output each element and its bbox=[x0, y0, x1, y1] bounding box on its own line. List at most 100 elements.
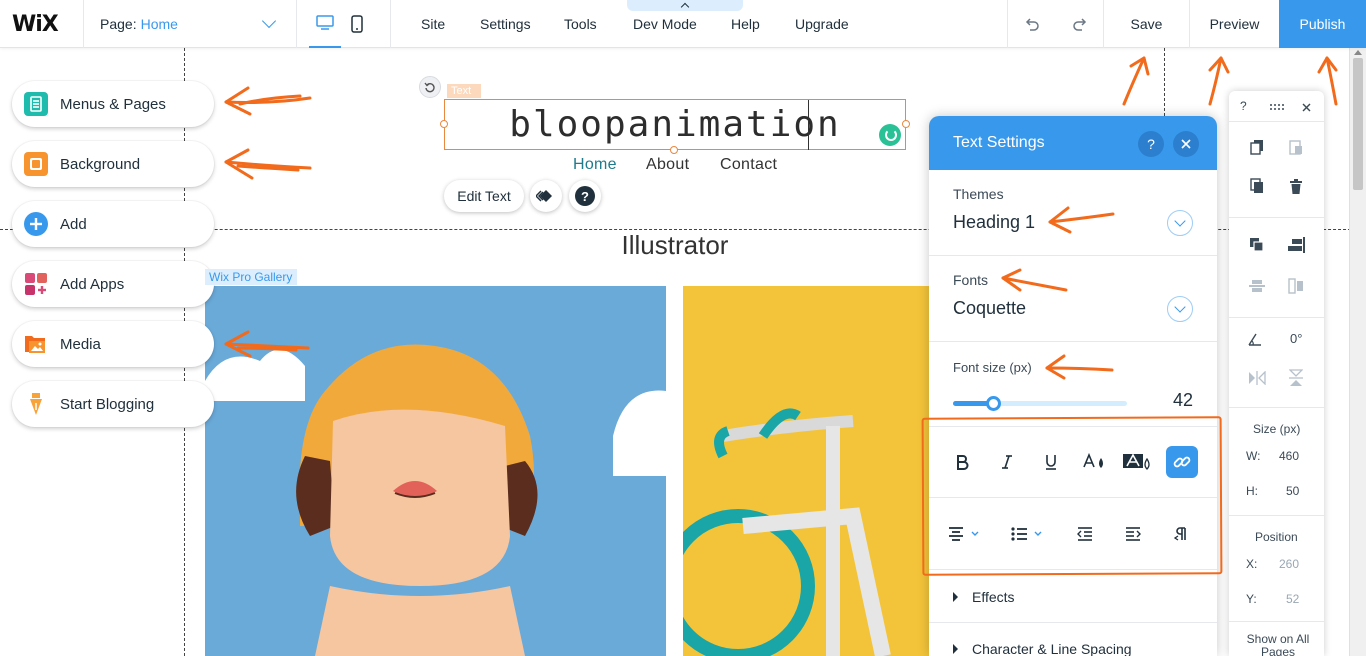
resize-handle-left[interactable] bbox=[440, 120, 448, 128]
media-button[interactable]: Media bbox=[12, 321, 214, 367]
selected-text-element[interactable]: bloopanimation bbox=[440, 99, 910, 154]
y-label: Y: bbox=[1246, 592, 1257, 606]
page-selector[interactable]: Page: Home bbox=[83, 0, 297, 48]
distribute-icon bbox=[1247, 276, 1267, 296]
spacing-section[interactable]: Character & Line Spacing bbox=[929, 622, 1217, 656]
toolbar-help-icon[interactable]: ? bbox=[1240, 99, 1247, 113]
size-label: Size (px) bbox=[1253, 422, 1301, 436]
background-button[interactable]: Background bbox=[12, 141, 214, 187]
font-size-label: Font size (px) bbox=[953, 360, 1032, 375]
mobile-icon bbox=[351, 15, 363, 33]
right-toolbar: ? 0° Size (px) W: 460 H: 50 Position X: … bbox=[1229, 91, 1324, 656]
menu-tools[interactable]: Tools bbox=[564, 16, 597, 32]
site-nav-about[interactable]: About bbox=[646, 156, 689, 174]
reset-rotation-button[interactable] bbox=[419, 76, 441, 98]
start-blogging-label: Start Blogging bbox=[60, 395, 155, 413]
close-icon[interactable] bbox=[1296, 97, 1316, 117]
duplicate-icon[interactable] bbox=[1247, 176, 1267, 196]
resize-handle-bottom[interactable] bbox=[670, 146, 678, 154]
media-label: Media bbox=[60, 335, 101, 353]
canvas-scrollbar[interactable] bbox=[1349, 48, 1366, 656]
themes-section[interactable]: Themes Heading 1 bbox=[929, 170, 1217, 256]
gallery-image-portrait[interactable] bbox=[205, 286, 666, 656]
menus-pages-label: Menus & Pages bbox=[60, 95, 166, 113]
background-icon bbox=[24, 152, 48, 176]
height-label: H: bbox=[1246, 484, 1258, 498]
effects-expander[interactable]: Effects bbox=[953, 589, 1015, 605]
copy-icon[interactable] bbox=[1247, 137, 1267, 157]
undo-icon bbox=[1025, 18, 1039, 31]
redo-button[interactable] bbox=[1068, 12, 1092, 36]
font-size-slider-knob[interactable] bbox=[986, 396, 1002, 411]
wix-logo[interactable]: WiX bbox=[12, 12, 59, 37]
desktop-view-button[interactable] bbox=[309, 0, 341, 48]
gallery-image-bicycle[interactable] bbox=[683, 286, 929, 656]
rotation-value[interactable]: 0° bbox=[1290, 331, 1302, 346]
font-size-value[interactable]: 42 bbox=[1173, 390, 1193, 411]
y-value[interactable]: 52 bbox=[1286, 592, 1299, 606]
effects-section[interactable]: Effects bbox=[929, 570, 1217, 622]
x-value[interactable]: 260 bbox=[1279, 557, 1299, 571]
delete-icon[interactable] bbox=[1286, 176, 1306, 196]
site-brand-text[interactable]: bloopanimation bbox=[445, 104, 905, 145]
add-apps-button[interactable]: Add Apps bbox=[12, 261, 214, 307]
text-cursor bbox=[808, 100, 809, 150]
add-label: Add bbox=[60, 215, 87, 233]
text-settings-title: Text Settings bbox=[953, 134, 1045, 151]
save-button[interactable]: Save bbox=[1103, 0, 1189, 48]
site-nav-contact[interactable]: Contact bbox=[720, 156, 777, 174]
menu-site[interactable]: Site bbox=[421, 16, 445, 32]
help-button[interactable]: ? bbox=[569, 180, 601, 212]
site-nav-home[interactable]: Home bbox=[573, 156, 617, 174]
scroll-up-icon[interactable] bbox=[1354, 50, 1362, 55]
character-line-spacing-expander[interactable]: Character & Line Spacing bbox=[953, 641, 1132, 656]
drag-handle-icon[interactable] bbox=[1267, 97, 1287, 117]
divider bbox=[1007, 0, 1008, 48]
menu-dev-mode[interactable]: Dev Mode bbox=[633, 16, 697, 32]
fonts-section[interactable]: Fonts Coquette bbox=[929, 256, 1217, 342]
font-size-slider[interactable] bbox=[953, 396, 1127, 411]
menus-pages-button[interactable]: Menus & Pages bbox=[12, 81, 214, 127]
separator bbox=[1229, 407, 1324, 408]
stretch-handle-icon[interactable] bbox=[879, 124, 901, 146]
resize-handle-right[interactable] bbox=[902, 120, 910, 128]
align-icon[interactable] bbox=[1286, 235, 1306, 255]
menu-settings[interactable]: Settings bbox=[480, 16, 531, 32]
help-icon[interactable]: ? bbox=[1138, 131, 1164, 157]
arrange-icon[interactable] bbox=[1247, 235, 1267, 255]
top-bar: WiX Page: Home Site Settings Tools Dev M… bbox=[0, 0, 1366, 48]
show-on-all-pages-toggle[interactable]: Show on All Pages bbox=[1239, 633, 1317, 656]
dev-mode-toggle-tab[interactable] bbox=[627, 0, 743, 11]
height-value[interactable]: 50 bbox=[1286, 484, 1299, 498]
preview-button[interactable]: Preview bbox=[1189, 0, 1279, 48]
chevron-down-icon[interactable] bbox=[1167, 296, 1193, 322]
mobile-view-button[interactable] bbox=[341, 0, 373, 48]
undo-button[interactable] bbox=[1020, 12, 1044, 36]
publish-button[interactable]: Publish bbox=[1279, 0, 1366, 48]
rotate-angle-icon bbox=[1245, 329, 1265, 349]
desktop-icon bbox=[316, 15, 334, 30]
help-icon: ? bbox=[575, 186, 595, 206]
page-selector-value: Home bbox=[140, 16, 178, 32]
menu-upgrade[interactable]: Upgrade bbox=[795, 16, 849, 32]
media-icon bbox=[24, 332, 48, 356]
section-title[interactable]: Illustrator bbox=[560, 230, 790, 261]
start-blogging-button[interactable]: Start Blogging bbox=[12, 381, 214, 427]
menu-help[interactable]: Help bbox=[731, 16, 760, 32]
animation-button[interactable] bbox=[530, 180, 562, 212]
edit-text-button[interactable]: Edit Text bbox=[444, 180, 524, 212]
chevron-down-icon[interactable] bbox=[1167, 210, 1193, 236]
close-button[interactable] bbox=[1173, 131, 1199, 157]
text-settings-header[interactable]: Text Settings ? bbox=[929, 116, 1217, 170]
separator bbox=[1229, 515, 1324, 516]
add-apps-icon bbox=[24, 272, 48, 296]
bicycle-illustration bbox=[683, 286, 929, 656]
add-button[interactable]: Add bbox=[12, 201, 214, 247]
position-label: Position bbox=[1255, 530, 1298, 544]
menus-pages-icon bbox=[24, 92, 48, 116]
animation-icon bbox=[536, 190, 552, 202]
width-value[interactable]: 460 bbox=[1279, 449, 1299, 463]
font-size-section: Font size (px) 42 bbox=[929, 342, 1217, 427]
themes-label: Themes bbox=[953, 186, 1004, 202]
scrollbar-thumb[interactable] bbox=[1353, 58, 1363, 190]
